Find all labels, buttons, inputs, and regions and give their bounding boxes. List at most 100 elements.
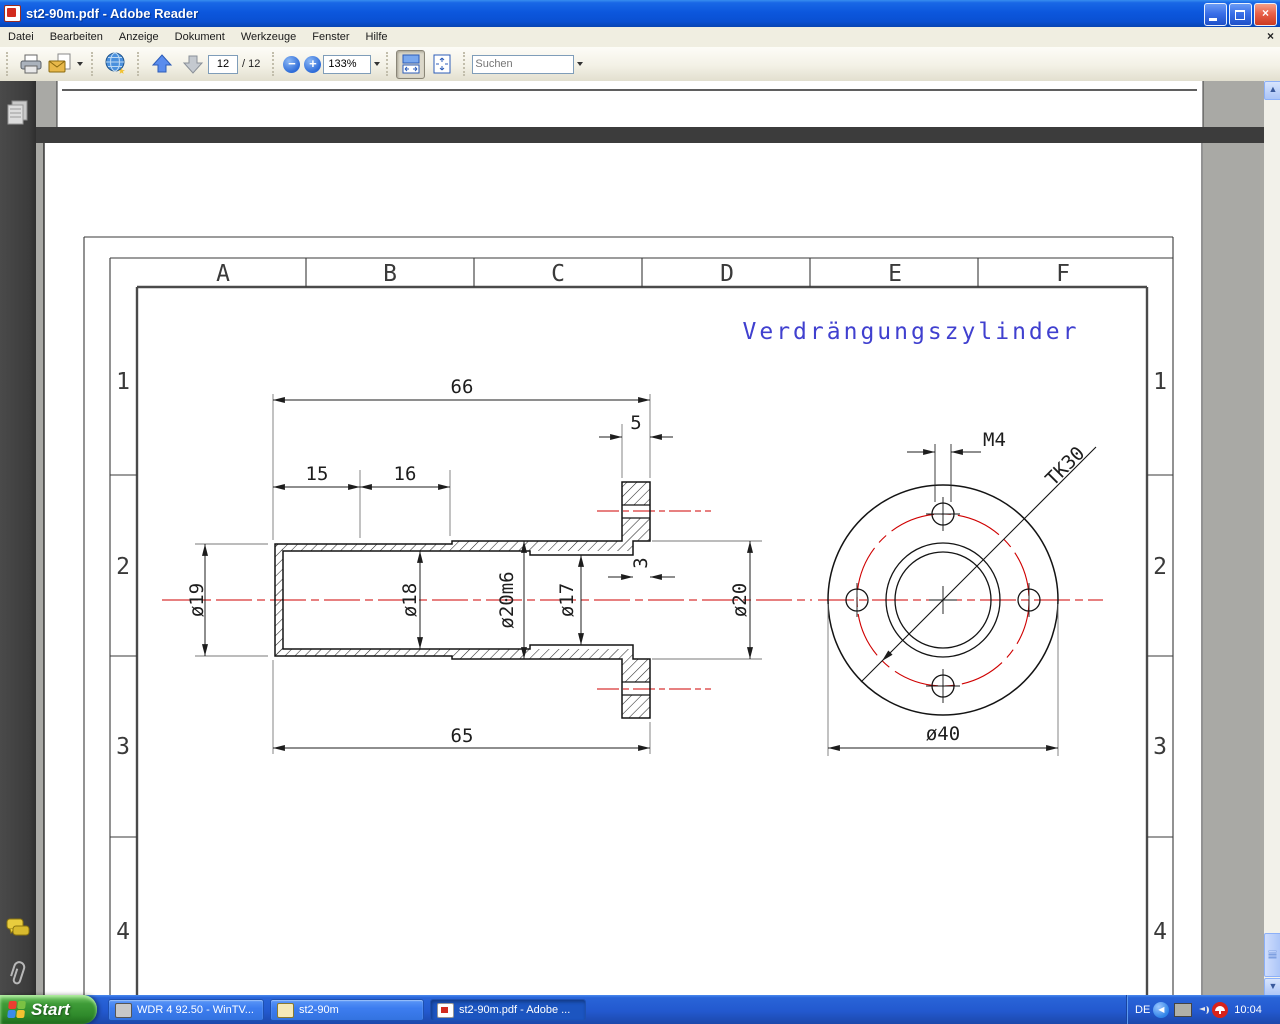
tray-collapse-icon[interactable]: ◀	[1153, 1001, 1170, 1018]
arrow-down-icon	[182, 55, 203, 74]
page-11-bottom-edge	[56, 81, 1204, 127]
zoom-in-button[interactable]: +	[304, 55, 322, 73]
menu-anzeige[interactable]: Anzeige	[111, 28, 167, 46]
drawing-title: Verdrängungszylinder	[743, 319, 1080, 345]
scrollbar-thumb[interactable]	[1264, 933, 1280, 977]
email-dropdown-caret[interactable]	[77, 62, 83, 66]
page-separator	[36, 127, 1264, 143]
dim-counterbore-depth: 3	[630, 557, 652, 568]
grid-col-a: A	[216, 261, 230, 287]
grid-row-2-right: 2	[1153, 554, 1167, 580]
toolbar-grip	[463, 52, 468, 76]
grid-col-e: E	[888, 261, 902, 287]
grid-row-4-right: 4	[1153, 919, 1167, 945]
dim-dia-bore-right: ø17	[556, 583, 578, 617]
dim-flange-dia: ø40	[926, 723, 960, 745]
globe-star-icon: ★	[105, 52, 125, 76]
page-number-input[interactable]	[208, 54, 238, 74]
next-page-button[interactable]	[178, 50, 207, 79]
star-glyph: ★	[118, 63, 125, 76]
grid-row-3-right: 3	[1153, 734, 1167, 760]
grid-col-b: B	[383, 261, 397, 287]
clock: 10:04	[1234, 1003, 1262, 1016]
fit-width-button[interactable]	[396, 49, 426, 79]
document-close-icon[interactable]: ×	[1267, 29, 1274, 43]
task-st2-90m-label: st2-90m	[299, 1004, 339, 1016]
fit-width-icon	[402, 54, 420, 74]
search-input[interactable]	[472, 54, 575, 74]
task-adobe-reader-label: st2-90m.pdf - Adobe ...	[459, 1004, 571, 1016]
zoom-level-select[interactable]: 133%	[323, 54, 372, 74]
windows-flag-icon	[7, 1000, 27, 1019]
menu-dokument[interactable]: Dokument	[167, 28, 233, 46]
grid-col-f: F	[1056, 261, 1070, 287]
scroll-up-button[interactable]: ▲	[1264, 81, 1280, 100]
arrow-up-icon	[151, 54, 172, 73]
fit-page-icon	[433, 54, 451, 74]
pages-panel-icon[interactable]	[7, 100, 28, 125]
grid-row-1-right: 1	[1153, 369, 1167, 395]
dim-thread: M4	[983, 429, 1006, 451]
zoom-dropdown-caret[interactable]	[374, 62, 381, 66]
language-indicator[interactable]: DE	[1135, 1004, 1150, 1016]
dim-dia-bore-left: ø18	[399, 583, 421, 617]
window-title: st2-90m.pdf - Adobe Reader	[26, 6, 199, 21]
navigation-sidebar	[0, 81, 37, 995]
menu-werkzeuge[interactable]: Werkzeuge	[233, 28, 304, 46]
close-button[interactable]: ×	[1254, 3, 1277, 26]
grid-col-d: D	[720, 261, 734, 287]
dim-dia-mid: ø20m6	[496, 571, 518, 628]
task-st2-90m[interactable]: st2-90m	[270, 999, 424, 1021]
vertical-scrollbar[interactable]: ▲ ▼	[1264, 81, 1280, 997]
grid-col-c: C	[551, 261, 565, 287]
pdf-file-icon	[437, 1002, 454, 1018]
comments-panel-icon[interactable]	[6, 918, 30, 936]
menu-hilfe[interactable]: Hilfe	[358, 28, 396, 46]
dim-seg1: 15	[306, 463, 329, 485]
fit-page-button[interactable]	[427, 50, 456, 79]
page-total-label: / 12	[242, 58, 261, 70]
grid-row-4-left: 4	[116, 919, 130, 945]
start-button[interactable]: Start	[0, 995, 97, 1024]
grid-row-3-left: 3	[116, 734, 130, 760]
volume-icon[interactable]	[1196, 1004, 1210, 1016]
start-label: Start	[31, 999, 70, 1019]
toolbar-grip	[137, 52, 142, 76]
zoom-out-button[interactable]: −	[283, 55, 301, 73]
dim-dia-outer-left: ø19	[186, 583, 208, 617]
restore-button[interactable]	[1229, 3, 1252, 26]
grid-row-2-left: 2	[116, 554, 130, 580]
print-button[interactable]	[16, 50, 45, 79]
wintv-icon	[115, 1002, 132, 1018]
task-adobe-reader[interactable]: st2-90m.pdf - Adobe ...	[430, 999, 586, 1021]
grid-row-1-left: 1	[116, 369, 130, 395]
toolbar-grip	[6, 52, 11, 76]
dim-dia-counterbore: ø20	[729, 583, 751, 617]
previous-page-button[interactable]	[147, 50, 176, 79]
dim-seg2: 16	[394, 463, 417, 485]
printer-icon	[20, 54, 41, 74]
email-button[interactable]	[47, 50, 84, 79]
tray-tv-icon[interactable]	[1174, 1002, 1193, 1017]
antivirus-icon[interactable]	[1212, 1001, 1229, 1018]
attachments-panel-icon[interactable]	[9, 961, 26, 985]
menu-bar: Datei Bearbeiten Anzeige Dokument Werkze…	[0, 27, 1280, 48]
menu-fenster[interactable]: Fenster	[304, 28, 357, 46]
title-bar: st2-90m.pdf - Adobe Reader ×	[0, 0, 1280, 27]
minimize-button[interactable]	[1204, 3, 1227, 26]
toolbar-grip	[272, 52, 277, 76]
toolbar-grip	[386, 52, 391, 76]
zoom-level-value: 133%	[328, 58, 357, 70]
document-viewer[interactable]: A B C D E F 1 2 3 4 1 2 3 4 Verdrängungs…	[36, 81, 1264, 995]
dim-len-to-flange: 65	[451, 725, 474, 747]
collaborate-button[interactable]: ★	[101, 50, 130, 79]
system-tray: DE ◀ 10:04	[1126, 995, 1280, 1024]
pdf-app-icon	[4, 5, 21, 22]
search-dropdown-caret[interactable]	[577, 62, 584, 66]
task-wintv-label: WDR 4 92.50 - WinTV...	[137, 1004, 254, 1016]
task-wintv[interactable]: WDR 4 92.50 - WinTV...	[108, 999, 264, 1021]
menu-bearbeiten[interactable]: Bearbeiten	[42, 28, 111, 46]
menu-datei[interactable]: Datei	[0, 28, 42, 46]
email-page-icon	[48, 53, 71, 73]
toolbar-grip	[91, 52, 96, 76]
